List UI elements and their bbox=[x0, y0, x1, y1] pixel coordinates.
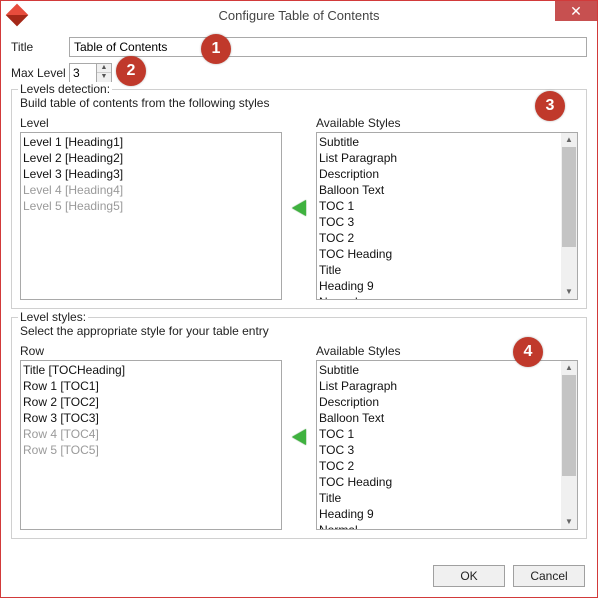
levels-detection-legend: Levels detection: bbox=[18, 82, 112, 96]
close-button[interactable]: ✕ bbox=[555, 1, 597, 21]
row-listbox[interactable]: Title [TOCHeading]Row 1 [TOC1]Row 2 [TOC… bbox=[20, 360, 282, 530]
levels-detection-desc: Build table of contents from the followi… bbox=[20, 96, 578, 110]
maxlevel-spinner[interactable]: ▲ ▼ bbox=[69, 63, 112, 83]
available-styles-listbox-1[interactable]: SubtitleList ParagraphDescriptionBalloon… bbox=[316, 132, 578, 300]
scrollbar[interactable]: ▲ ▼ bbox=[561, 133, 577, 299]
level-column-header: Level bbox=[20, 116, 282, 130]
list-item[interactable]: TOC Heading bbox=[319, 474, 577, 490]
list-item[interactable]: Title bbox=[319, 262, 577, 278]
list-item[interactable]: Row 4 [TOC4] bbox=[23, 426, 281, 442]
list-item[interactable]: Normal bbox=[319, 294, 577, 300]
list-item[interactable]: TOC 3 bbox=[319, 442, 577, 458]
title-input[interactable] bbox=[69, 37, 587, 57]
available-styles-header-1: Available Styles bbox=[316, 116, 578, 130]
list-item[interactable]: Row 1 [TOC1] bbox=[23, 378, 281, 394]
list-item[interactable]: Normal bbox=[319, 522, 577, 530]
level-listbox[interactable]: Level 1 [Heading1]Level 2 [Heading2]Leve… bbox=[20, 132, 282, 300]
list-item[interactable]: Heading 9 bbox=[319, 278, 577, 294]
callout-4: 4 bbox=[513, 337, 543, 367]
dialog-configure-toc: Configure Table of Contents ✕ Title Max … bbox=[0, 0, 598, 598]
scrollbar[interactable]: ▲ ▼ bbox=[561, 361, 577, 529]
ok-button[interactable]: OK bbox=[433, 565, 505, 587]
list-item[interactable]: Description bbox=[319, 394, 577, 410]
maxlevel-label: Max Level bbox=[11, 66, 69, 80]
available-styles-listbox-2[interactable]: SubtitleList ParagraphDescriptionBalloon… bbox=[316, 360, 578, 530]
list-item[interactable]: Level 3 [Heading3] bbox=[23, 166, 281, 182]
list-item[interactable]: TOC 1 bbox=[319, 198, 577, 214]
scroll-thumb[interactable] bbox=[562, 375, 576, 476]
row-column-header: Row bbox=[20, 344, 282, 358]
move-left-icon[interactable] bbox=[292, 429, 306, 445]
list-item[interactable]: TOC Heading bbox=[319, 246, 577, 262]
callout-1: 1 bbox=[201, 34, 231, 64]
list-item[interactable]: Row 2 [TOC2] bbox=[23, 394, 281, 410]
list-item[interactable]: Balloon Text bbox=[319, 182, 577, 198]
dialog-footer: OK Cancel bbox=[433, 565, 585, 587]
list-item[interactable]: TOC 1 bbox=[319, 426, 577, 442]
list-item[interactable]: List Paragraph bbox=[319, 150, 577, 166]
callout-3: 3 bbox=[535, 91, 565, 121]
list-item[interactable]: Description bbox=[319, 166, 577, 182]
list-item[interactable]: Level 2 [Heading2] bbox=[23, 150, 281, 166]
maxlevel-input[interactable] bbox=[69, 63, 97, 83]
dialog-body: Title Max Level ▲ ▼ Levels detection: Bu… bbox=[1, 29, 597, 597]
list-item[interactable]: Level 4 [Heading4] bbox=[23, 182, 281, 198]
levels-detection-group: Levels detection: Build table of content… bbox=[11, 89, 587, 309]
list-item[interactable]: List Paragraph bbox=[319, 378, 577, 394]
level-styles-desc: Select the appropriate style for your ta… bbox=[20, 324, 578, 338]
list-item[interactable]: Level 1 [Heading1] bbox=[23, 134, 281, 150]
list-item[interactable]: TOC 2 bbox=[319, 458, 577, 474]
list-item[interactable]: Title [TOCHeading] bbox=[23, 362, 281, 378]
cancel-button[interactable]: Cancel bbox=[513, 565, 585, 587]
list-item[interactable]: Heading 9 bbox=[319, 506, 577, 522]
list-item[interactable]: Row 3 [TOC3] bbox=[23, 410, 281, 426]
titlebar: Configure Table of Contents ✕ bbox=[1, 1, 597, 29]
list-item[interactable]: Subtitle bbox=[319, 362, 577, 378]
level-styles-legend: Level styles: bbox=[18, 310, 88, 324]
list-item[interactable]: Level 5 [Heading5] bbox=[23, 198, 281, 214]
list-item[interactable]: Row 5 [TOC5] bbox=[23, 442, 281, 458]
list-item[interactable]: TOC 2 bbox=[319, 230, 577, 246]
title-label: Title bbox=[11, 40, 69, 54]
scroll-up-icon[interactable]: ▲ bbox=[561, 361, 577, 375]
spinner-down-icon[interactable]: ▼ bbox=[97, 73, 111, 82]
move-left-icon[interactable] bbox=[292, 200, 306, 216]
list-item[interactable]: Balloon Text bbox=[319, 410, 577, 426]
scroll-down-icon[interactable]: ▼ bbox=[561, 285, 577, 299]
window-title: Configure Table of Contents bbox=[1, 8, 597, 23]
spinner-up-icon[interactable]: ▲ bbox=[97, 64, 111, 73]
scroll-thumb[interactable] bbox=[562, 147, 576, 247]
callout-2: 2 bbox=[116, 56, 146, 86]
level-styles-group: Level styles: Select the appropriate sty… bbox=[11, 317, 587, 539]
scroll-up-icon[interactable]: ▲ bbox=[561, 133, 577, 147]
list-item[interactable]: TOC 3 bbox=[319, 214, 577, 230]
list-item[interactable]: Title bbox=[319, 490, 577, 506]
list-item[interactable]: Subtitle bbox=[319, 134, 577, 150]
scroll-down-icon[interactable]: ▼ bbox=[561, 515, 577, 529]
